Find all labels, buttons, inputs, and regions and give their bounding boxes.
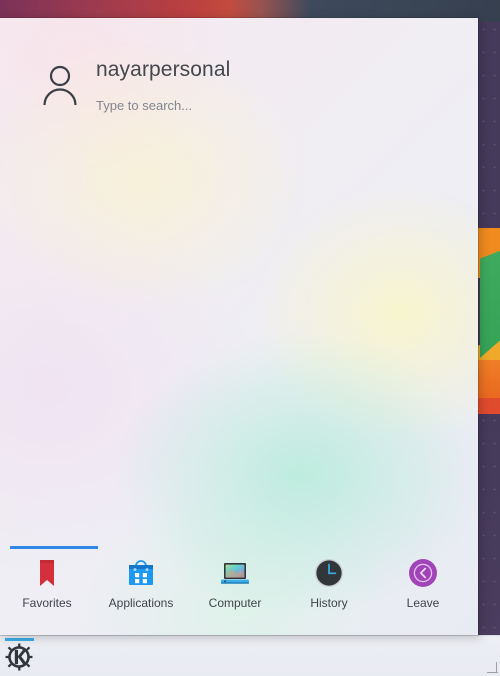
power-chevron-icon bbox=[409, 559, 437, 587]
screen: nayarpersonal Favorites bbox=[0, 0, 500, 676]
tab-label: Favorites bbox=[22, 596, 72, 610]
launcher-active-indicator bbox=[5, 638, 34, 641]
user-avatar-icon[interactable] bbox=[36, 60, 84, 108]
tab-label: Computer bbox=[208, 596, 262, 610]
wallpaper-shape-green bbox=[480, 250, 500, 358]
application-launcher-panel: nayarpersonal Favorites bbox=[0, 18, 478, 635]
tab-label: History bbox=[310, 596, 348, 610]
taskbar-launcher-button[interactable] bbox=[2, 638, 36, 675]
tab-computer[interactable]: Computer bbox=[188, 557, 282, 610]
search-input[interactable] bbox=[96, 98, 436, 113]
tab-label: Leave bbox=[406, 596, 440, 610]
tab-label: Applications bbox=[108, 596, 174, 610]
bookmark-icon bbox=[40, 560, 54, 586]
laptop-icon bbox=[221, 563, 249, 584]
resize-grip-icon[interactable] bbox=[486, 662, 498, 674]
tab-history[interactable]: History bbox=[282, 557, 376, 610]
user-name-label: nayarpersonal bbox=[96, 58, 231, 81]
tab-applications[interactable]: Applications bbox=[94, 557, 188, 610]
taskbar bbox=[0, 635, 500, 676]
launcher-header: nayarpersonal bbox=[0, 18, 478, 113]
shopping-bag-icon bbox=[129, 560, 153, 585]
launcher-tab-bar: Favorites Applications Computer History … bbox=[0, 535, 478, 635]
tab-leave[interactable]: Leave bbox=[376, 557, 470, 610]
clock-icon bbox=[315, 559, 343, 587]
wallpaper-shape-red bbox=[476, 398, 500, 414]
favorites-content-area bbox=[0, 122, 478, 536]
kde-k-logo-icon bbox=[5, 643, 33, 670]
active-tab-indicator bbox=[10, 546, 98, 549]
tab-favorites[interactable]: Favorites bbox=[0, 557, 94, 610]
